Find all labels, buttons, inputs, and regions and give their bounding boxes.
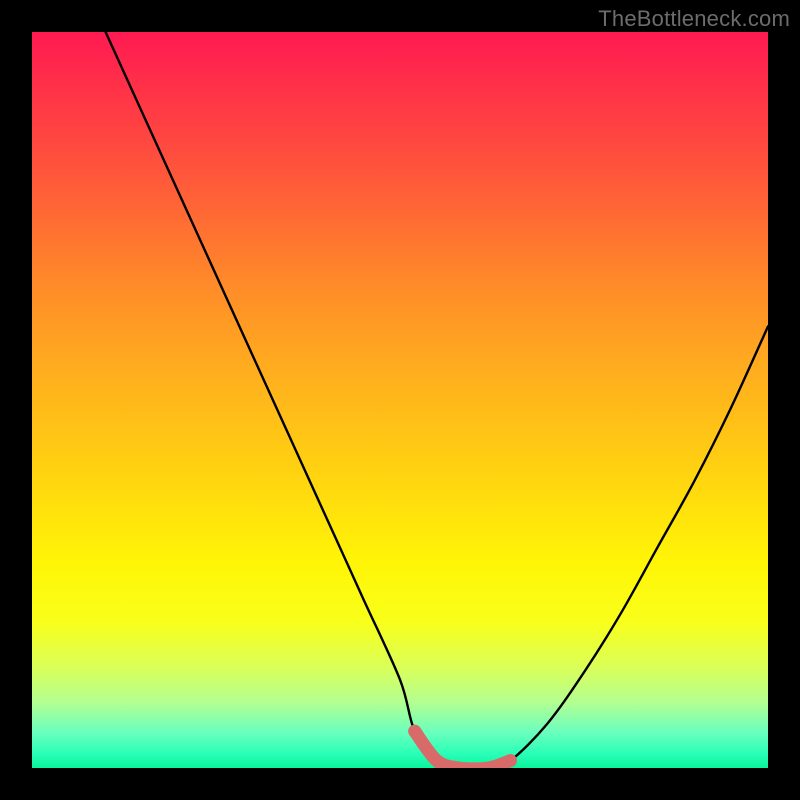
plot-area xyxy=(32,32,768,768)
watermark-text: TheBottleneck.com xyxy=(598,6,790,32)
curve-line xyxy=(106,32,768,768)
chart-frame: TheBottleneck.com xyxy=(0,0,800,800)
optimal-zone-dot-right xyxy=(504,754,517,767)
optimal-zone-dot-left xyxy=(408,725,421,738)
optimal-zone-highlight xyxy=(415,731,511,768)
bottleneck-curve xyxy=(32,32,768,768)
